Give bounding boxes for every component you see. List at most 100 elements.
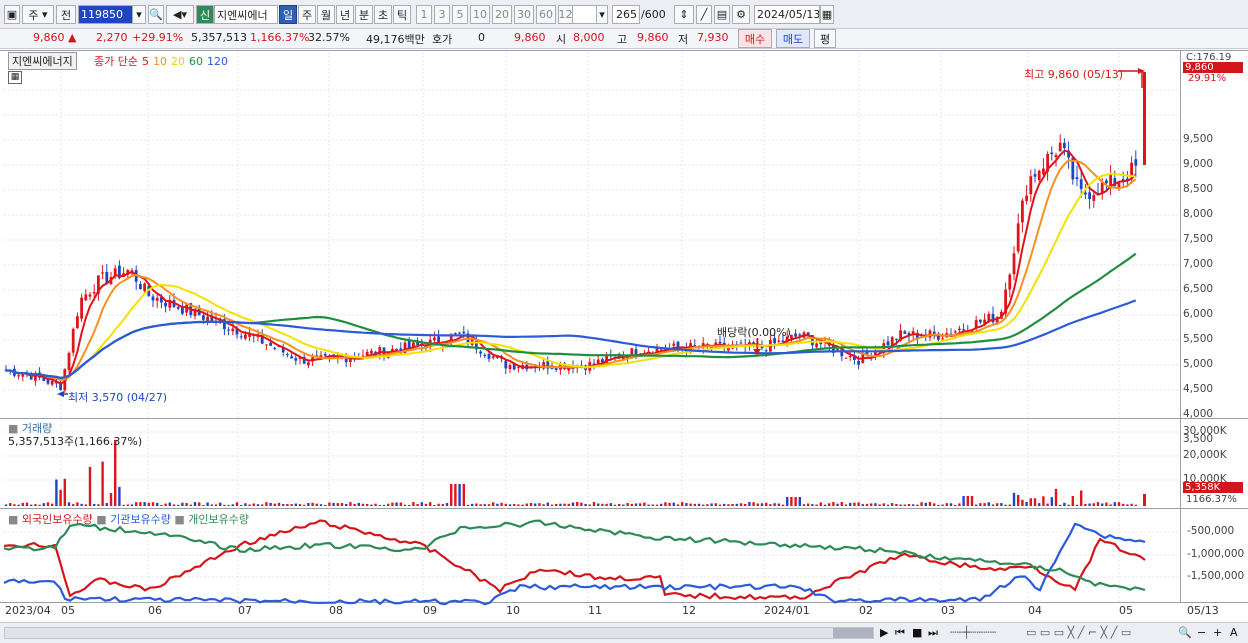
volume-bar [1050,497,1053,506]
calendar-icon[interactable]: ▦ [820,5,834,24]
candle-body [84,294,88,301]
volume-bar [147,502,150,506]
chevron-down-icon[interactable]: ▾ [596,5,608,24]
rewind-icon[interactable]: ⏮ [895,626,905,640]
x-tick: 02 [859,604,873,617]
period-tab[interactable]: 월 [317,5,335,24]
stop-icon[interactable]: ■ [912,626,922,639]
volume-bar [51,503,54,506]
volume-bar [269,502,272,506]
scroll-track[interactable] [4,627,874,639]
gear-icon[interactable]: ⚙ [732,5,750,24]
volume-bar [832,502,835,506]
interval-button[interactable]: 3 [434,5,450,24]
fast-forward-icon[interactable]: ⏭ [928,626,938,640]
volume-bar [714,503,717,506]
candle-body [269,342,272,346]
count-input[interactable]: 265 [612,5,640,24]
buy-button[interactable]: 매수 [738,29,772,48]
auto-button[interactable]: A [1230,626,1238,639]
candle-body [1063,142,1066,149]
chart-tool-icon[interactable]: ⇕ [674,5,694,24]
volume-bar [30,504,33,506]
credit-badge: 신 [196,5,214,24]
draw-line-icon[interactable]: ╱ [696,5,712,24]
volume-bar [1092,503,1095,506]
volume-bar [1080,490,1083,506]
interval-button[interactable]: 5 [452,5,468,24]
volume-bar [693,503,696,506]
volume-bar [811,504,814,506]
zoom-slider[interactable]: ┄┄┼┄┄┄┄ [950,626,996,639]
volume-bar [370,504,373,506]
save-icon[interactable]: ▤ [714,5,730,24]
volume-bar [1000,503,1003,506]
volume-bar [135,502,138,506]
stock-code-input[interactable]: 119850 [78,5,138,24]
period-select[interactable]: 주 ▾ [22,5,54,24]
volume-bar [975,504,978,506]
candle-body [1050,152,1054,155]
volume-bar [517,504,520,506]
candle-body [672,343,676,346]
volume-bar [765,502,768,506]
volume-bar [1105,502,1108,506]
volume-bar [702,504,705,506]
window-icon[interactable]: ▣ [4,5,20,24]
low-label: 저 [678,33,689,46]
table-icon[interactable]: ▦ [8,71,22,84]
sell-button[interactable]: 매도 [776,29,810,48]
volume-bar [882,503,885,506]
date-input[interactable]: 2024/05/13 [754,5,820,24]
search-icon[interactable]: 🔍 [148,5,164,24]
volume-bar [420,502,423,506]
period-tab[interactable]: 분 [355,5,373,24]
sound-icon[interactable]: ◀▾ [166,5,194,24]
eval-button[interactable]: 평 [814,29,836,48]
volume-bar [437,503,440,506]
interval-button[interactable]: 60 [536,5,556,24]
zoom-out-button[interactable]: − [1197,626,1206,639]
period-tab[interactable]: 초 [374,5,392,24]
volume-bar [9,503,12,506]
chart-area[interactable] [0,50,1248,623]
interval-button[interactable]: 1 [416,5,432,24]
volume-bar [727,504,730,506]
prev-button[interactable]: 전 [56,5,76,24]
volume-bar [189,504,192,506]
volume-bar [815,504,818,506]
volume-bar [1029,498,1032,506]
period-tab[interactable]: 주 [298,5,316,24]
volume-bar [660,503,663,506]
volume-bar [72,504,75,506]
volume-bar [567,503,570,506]
volume-bar [248,504,251,506]
high-annotation: 최고 9,860 (05/13) [1024,68,1124,81]
volume-bar [231,504,234,506]
zoom-in-button[interactable]: + [1213,626,1222,639]
period-tab[interactable]: 틱 [393,5,411,24]
candle-body [886,341,890,346]
volume-bar [1033,498,1037,506]
scroll-thumb[interactable] [833,628,873,638]
layout-icons[interactable]: ▭ ▭ ▭ ╳ ╱ ⌐ ╳ ╱ ▭ [1026,626,1131,639]
interval-button[interactable]: 30 [514,5,534,24]
volume-bar [798,497,801,506]
volume-bar [256,504,260,506]
volume-bar [450,484,453,506]
x-tick: 11 [588,604,602,617]
magnify-icon[interactable]: 🔍 [1178,626,1192,639]
period-tab[interactable]: 년 [336,5,354,24]
volume-bar [794,497,797,506]
high-value: 9,860 [637,31,669,44]
volume-bar [25,502,29,506]
candle-body [454,333,457,335]
code-dropdown-icon[interactable]: ▾ [132,5,146,24]
volume-bar [773,503,776,506]
volume-bar [933,503,936,506]
interval-button[interactable]: 10 [470,5,490,24]
scroll-right-icon[interactable]: ▶ [880,626,888,639]
volume-bar [492,502,495,506]
interval-button[interactable]: 20 [492,5,512,24]
period-tab[interactable]: 일 [279,5,297,24]
